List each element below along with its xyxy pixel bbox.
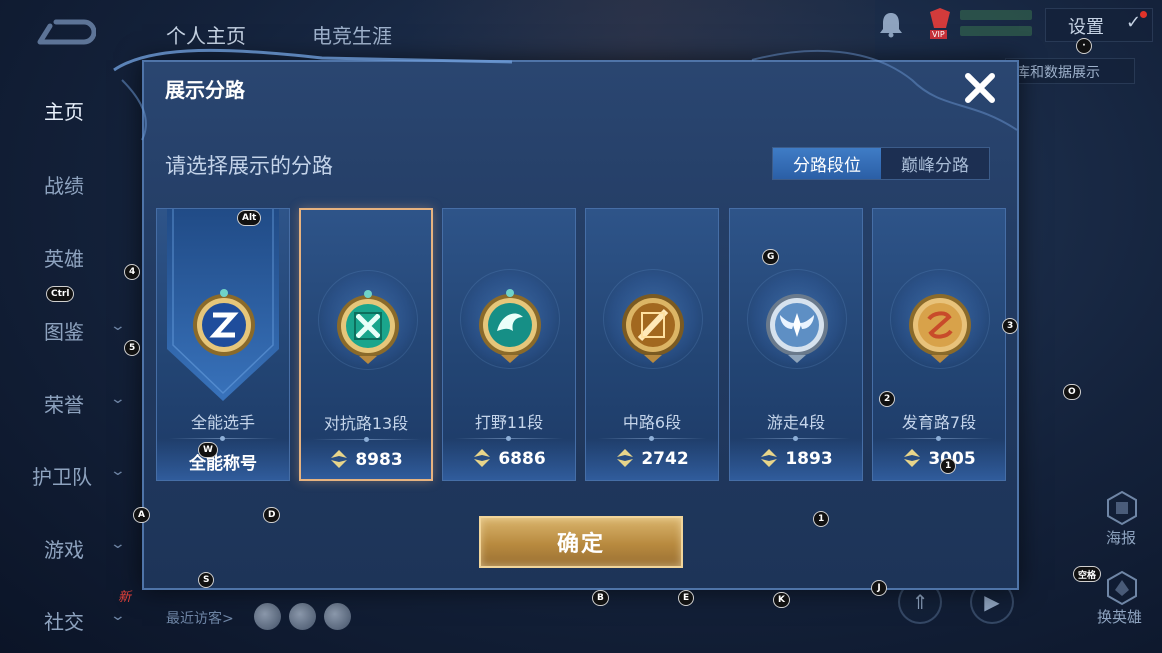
chevron-down-icon: ⌄ — [109, 391, 127, 407]
change-hero-icon[interactable] — [1104, 570, 1140, 606]
dialog-subtitle: 请选择展示的分路 — [165, 154, 333, 178]
vip-label: VIP — [930, 30, 947, 39]
lane-name: 发育路7段 — [901, 413, 977, 432]
key-hint-w[interactable]: W — [198, 442, 218, 458]
confirm-button[interactable]: 确定 — [479, 516, 683, 568]
lane-mode-toggle: 分路段位 巅峰分路 — [772, 147, 990, 180]
vip-info-line — [960, 26, 1032, 36]
key-hint-5[interactable]: 5 — [124, 340, 141, 356]
key-hint-k[interactable]: K — [773, 592, 790, 608]
lane-title-label: 全能称号 — [189, 454, 257, 474]
key-hint-4[interactable]: 4 — [124, 264, 141, 280]
key-hint-a[interactable]: A — [133, 507, 150, 523]
battle-power-icon — [331, 450, 348, 468]
lane-score: 1893 — [730, 449, 862, 469]
avatar[interactable] — [289, 603, 316, 630]
bell-icon[interactable] — [878, 10, 904, 38]
change-hero-label: 换英雄 — [1097, 608, 1143, 626]
battle-power-icon — [904, 449, 921, 467]
poster-icon[interactable] — [1104, 490, 1140, 526]
battle-power-icon — [474, 449, 491, 467]
lane-name: 中路6段 — [622, 413, 682, 432]
chevron-down-icon: ⌄ — [109, 608, 127, 624]
key-hint-j[interactable]: J — [871, 580, 887, 596]
sidebar-item-guard-team[interactable]: 护卫队 — [32, 461, 92, 490]
tab-profile[interactable]: 个人主页 — [166, 20, 246, 49]
farm-lane-emblem-icon — [909, 294, 971, 363]
close-icon[interactable] — [960, 68, 1000, 108]
sidebar-item-heroes[interactable]: 英雄 — [44, 243, 84, 272]
battle-power-icon — [617, 449, 634, 467]
lane-name: 对抗路13段 — [323, 414, 409, 433]
roam-emblem-icon — [766, 294, 828, 363]
settings-label: 设置 — [1068, 17, 1104, 38]
lane-score: 6886 — [443, 449, 575, 469]
clash-lane-emblem-icon — [337, 290, 399, 364]
profile-banner — [405, 0, 875, 62]
lane-card-farm[interactable]: 发育路7段 3005 — [872, 208, 1006, 481]
key-hint-e[interactable]: E — [678, 590, 695, 606]
vip-info-line — [960, 10, 1032, 20]
dialog-title: 展示分路 — [165, 78, 245, 102]
allround-emblem-icon — [193, 289, 255, 356]
avatar[interactable] — [324, 603, 351, 630]
lane-card-clash[interactable]: 对抗路13段 8983 — [299, 208, 433, 481]
lane-name: 游走4段 — [766, 413, 826, 432]
lane-score: 2742 — [586, 449, 718, 469]
new-badge: 新 — [118, 590, 132, 605]
poster-label: 海报 — [1106, 529, 1137, 547]
back-arrow-icon[interactable] — [36, 18, 96, 50]
sidebar-item-home[interactable]: 主页 — [44, 96, 84, 125]
lane-score: 8983 — [301, 450, 431, 470]
lane-card-mid[interactable]: 中路6段 2742 — [585, 208, 719, 481]
lane-card-roam[interactable]: 游走4段 1893 — [729, 208, 863, 481]
lane-name: 全能选手 — [190, 413, 255, 432]
key-hint-dot[interactable]: · — [1076, 38, 1092, 54]
sidebar-item-games[interactable]: 游戏 — [44, 534, 84, 563]
key-hint-alt[interactable]: Alt — [237, 210, 262, 226]
chevron-down-icon: ⌄ — [109, 463, 127, 479]
chevron-down-icon: ⌄ — [109, 318, 127, 334]
lane-score: 3005 — [873, 449, 1005, 469]
tab-peak-lane[interactable]: 巅峰分路 — [881, 148, 989, 179]
lane-card-allround[interactable]: 全能选手 全能称号 — [156, 208, 290, 481]
jungle-emblem-icon — [479, 289, 541, 363]
key-hint-b[interactable]: B — [592, 590, 609, 606]
avatar[interactable] — [254, 603, 281, 630]
sidebar-item-social[interactable]: 社交 — [44, 606, 84, 635]
key-hint-space[interactable]: 空格 — [1073, 566, 1102, 582]
tab-lane-rank[interactable]: 分路段位 — [773, 148, 881, 179]
battle-power-icon — [761, 449, 778, 467]
sidebar-item-honor[interactable]: 荣誉 — [44, 389, 84, 418]
tab-esports-career[interactable]: 电竞生涯 — [312, 20, 392, 49]
lane-card-jungle[interactable]: 打野11段 6886 — [442, 208, 576, 481]
sidebar-item-record[interactable]: 战绩 — [44, 170, 84, 199]
key-hint-ctrl[interactable]: Ctrl — [46, 286, 75, 302]
data-display-label: 库和数据展示 — [1016, 65, 1100, 81]
key-hint-o[interactable]: O — [1063, 384, 1081, 400]
recent-visitors-link[interactable]: 最近访客> — [166, 608, 234, 628]
notification-dot — [1140, 11, 1147, 18]
chevron-down-icon: ⌄ — [109, 536, 127, 552]
checkmark-icon: ✓ — [1126, 12, 1142, 33]
lane-name: 打野11段 — [474, 413, 544, 432]
mid-lane-emblem-icon — [622, 294, 684, 363]
sidebar-item-codex[interactable]: 图鉴 — [44, 316, 84, 345]
